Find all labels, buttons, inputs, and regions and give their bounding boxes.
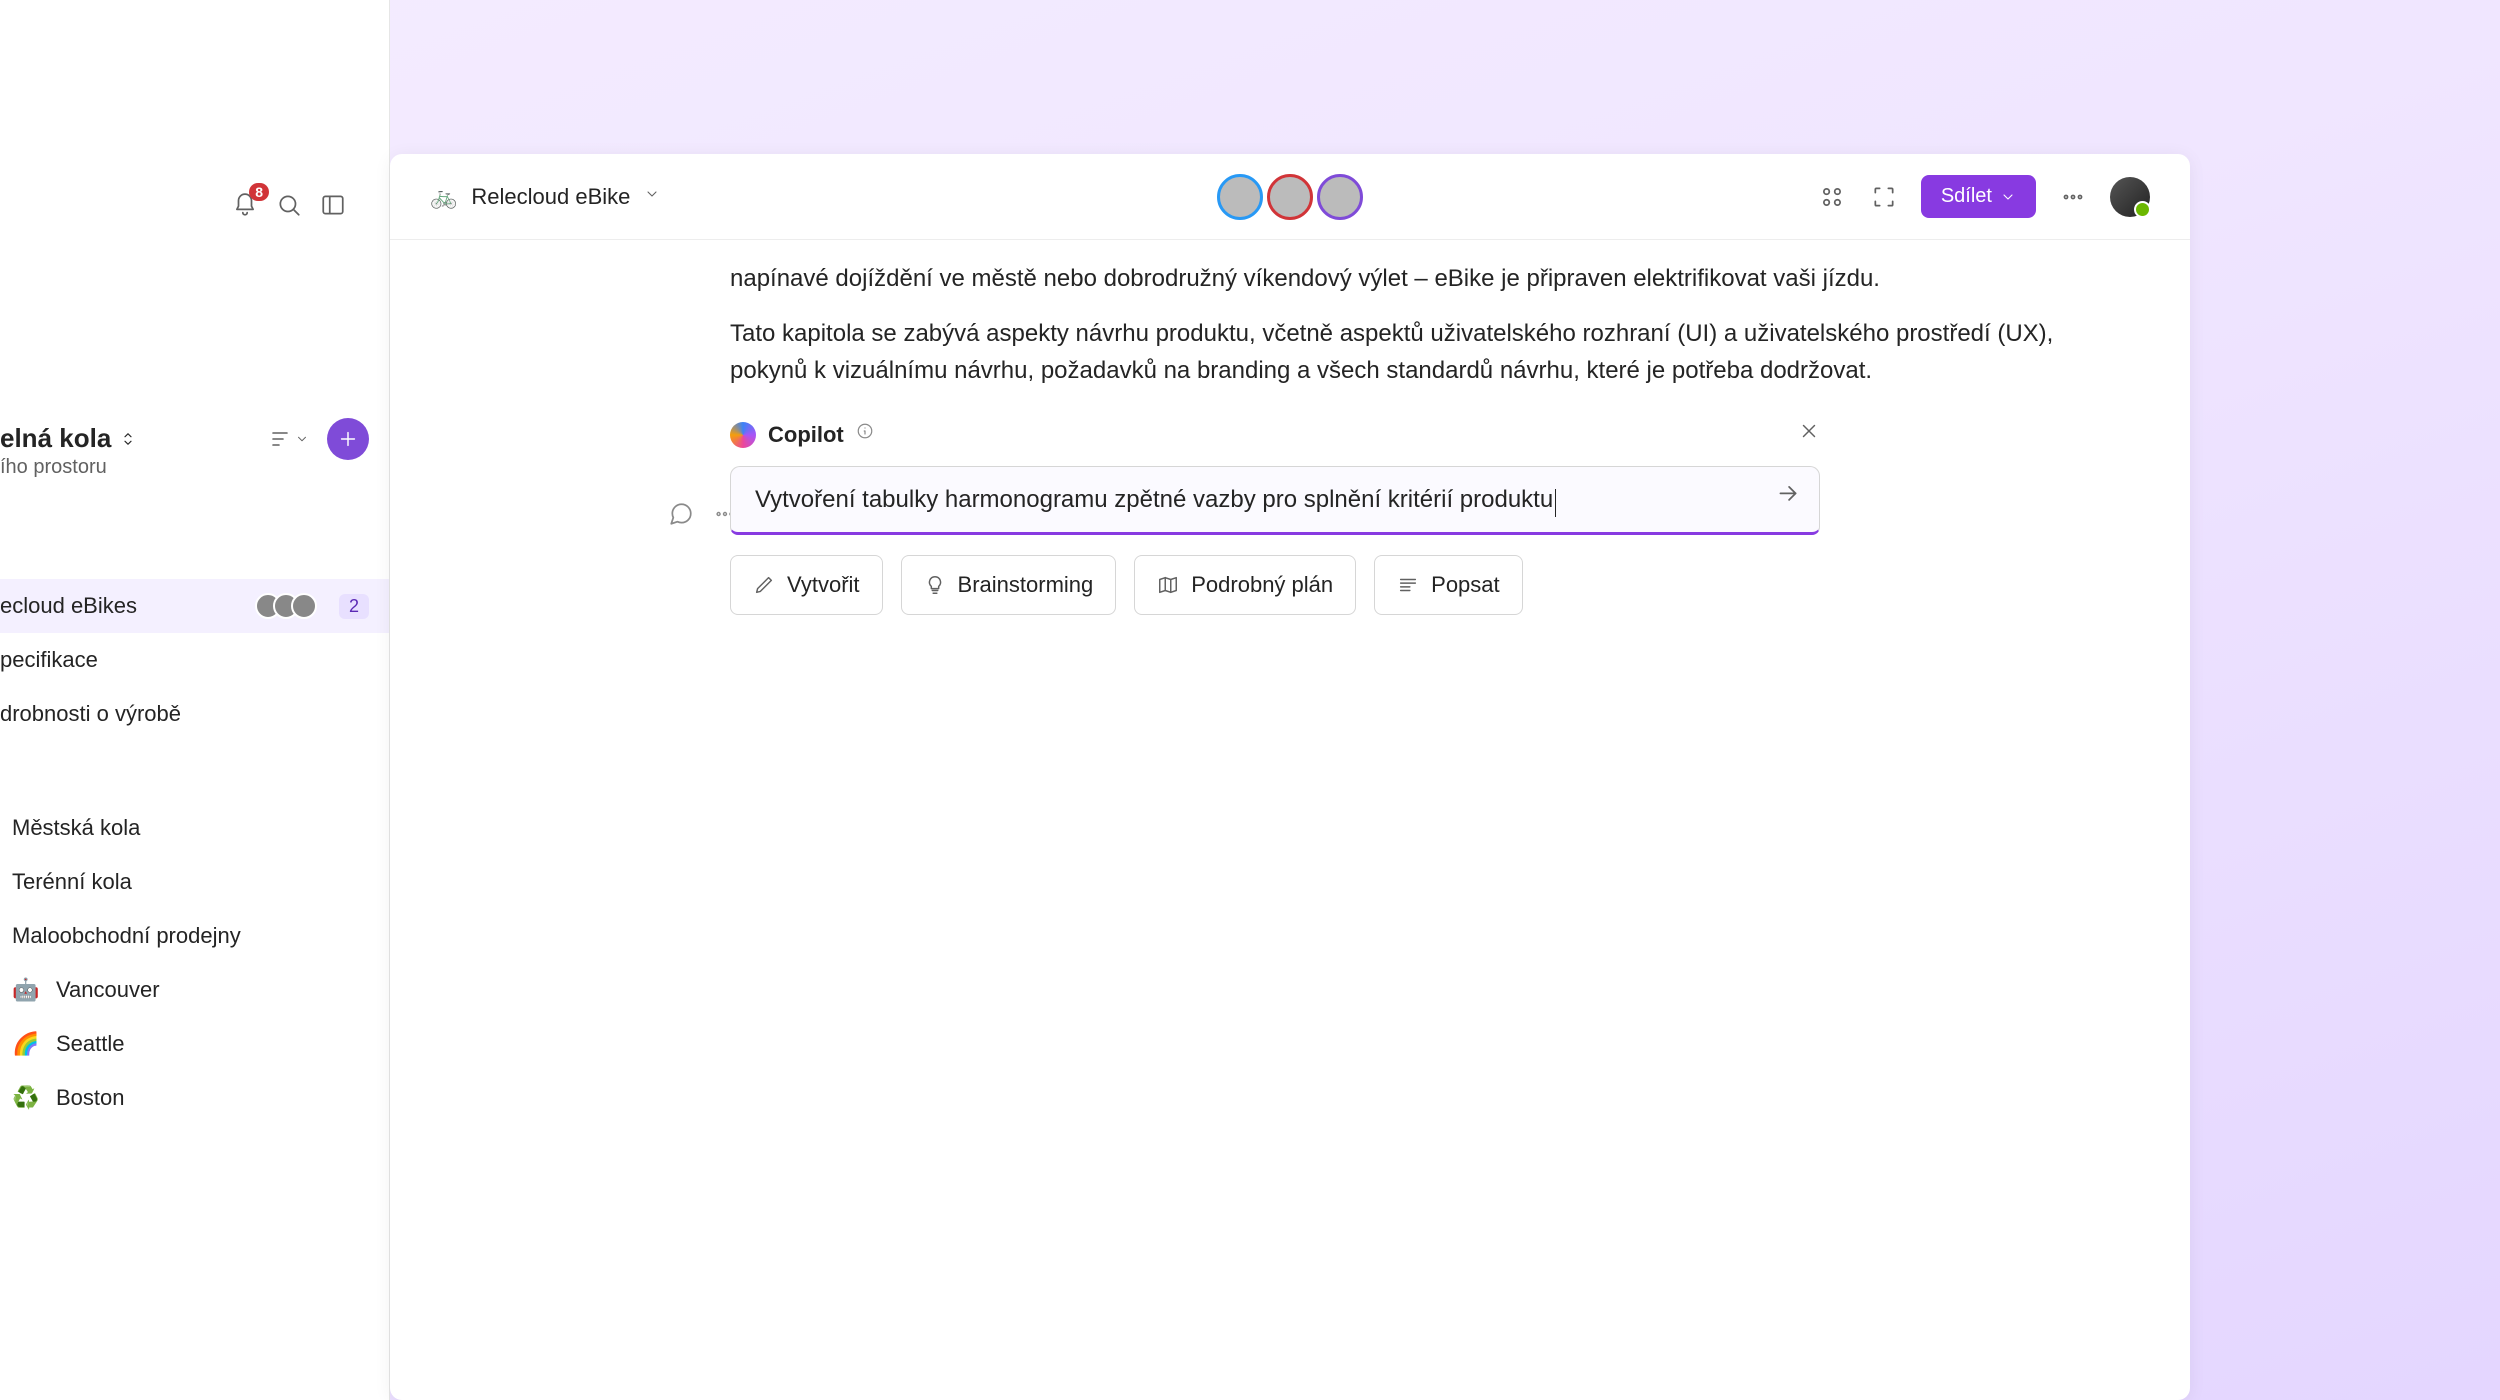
copilot-prompt-text: Vytvoření tabulky harmonogramu zpětné va… [755,481,1553,518]
lines-icon [1397,574,1419,596]
copilot-name: Copilot [768,418,844,452]
notifications-badge: 8 [249,183,269,201]
document-title-text: Relecloud eBike [471,184,630,210]
bulb-icon [924,574,946,596]
page-label: Maloobchodní prodejny [12,923,241,949]
margin-actions [666,499,740,529]
city-label: Seattle [56,1031,125,1057]
apps-icon[interactable] [1817,182,1847,212]
document-card: 🚲 Relecloud eBike Sdílet [390,154,2190,1400]
page-item-manufacturing[interactable]: drobnosti o výrobě [0,687,389,741]
document-header: 🚲 Relecloud eBike Sdílet [390,154,2190,240]
presence-avatar[interactable] [1217,174,1263,220]
chip-describe[interactable]: Popsat [1374,555,1523,615]
city-emoji: 🌈 [12,1031,38,1057]
sidebar-toolbar [269,418,369,460]
presence-avatar[interactable] [1317,174,1363,220]
chip-plan[interactable]: Podrobný plán [1134,555,1356,615]
chevron-down-icon[interactable] [644,186,660,207]
page-label: drobnosti o výrobě [0,701,181,727]
city-item-vancouver[interactable]: 🤖 Vancouver [0,963,389,1017]
page-label: Terénní kola [12,869,132,895]
presence-avatar[interactable] [1267,174,1313,220]
subpage-item-retail[interactable]: Maloobchodní prodejny [0,909,389,963]
avatar [291,593,317,619]
user-avatar[interactable] [2110,177,2150,217]
subpage-item-city[interactable]: Městská kola [0,801,389,855]
chip-label: Brainstorming [958,568,1094,602]
document-body: napínavé dojíždění ve městě nebo dobrodr… [390,240,2190,615]
chip-label: Vytvořit [787,568,860,602]
bike-icon: 🚲 [430,184,457,210]
focus-icon[interactable] [1869,182,1899,212]
copilot-panel: Copilot Vytvoření tabulky harmonogramu z… [730,418,1820,615]
city-emoji: 🤖 [12,977,38,1003]
share-button[interactable]: Sdílet [1921,175,2036,218]
pen-icon [753,574,775,596]
subpage-item-terrain[interactable]: Terénní kola [0,855,389,909]
page-label: Městská kola [12,815,140,841]
copilot-input[interactable]: Vytvoření tabulky harmonogramu zpětné va… [730,466,1820,535]
chevron-updown-icon[interactable] [119,430,137,448]
share-label: Sdílet [1941,185,1992,208]
chip-brainstorm[interactable]: Brainstorming [901,555,1117,615]
page-item-spec[interactable]: pecifikace [0,633,389,687]
search-icon[interactable] [274,190,304,220]
workspace-title[interactable]: elná kola [0,423,111,454]
paragraph: napínavé dojíždění ve městě nebo dobrodr… [730,260,2100,297]
city-emoji: ♻️ [12,1085,38,1111]
more-icon[interactable] [2058,182,2088,212]
send-icon[interactable] [1775,481,1801,518]
panel-toggle-icon[interactable] [318,190,348,220]
main: 🚲 Relecloud eBike Sdílet [390,0,2500,1400]
presence-avatars [1217,174,1363,220]
copilot-header: Copilot [730,418,1820,452]
info-icon[interactable] [856,421,874,449]
chip-create[interactable]: Vytvořit [730,555,883,615]
city-item-seattle[interactable]: 🌈 Seattle [0,1017,389,1071]
page-list: ecloud eBikes 2 pecifikace drobnosti o v… [0,579,389,1125]
header-actions: Sdílet [1817,175,2150,218]
city-label: Boston [56,1085,125,1111]
comment-icon[interactable] [666,499,696,529]
city-label: Vancouver [56,977,160,1003]
map-icon [1157,574,1179,596]
page-item-ebikes[interactable]: ecloud eBikes 2 [0,579,389,633]
page-label: pecifikace [0,647,98,673]
city-item-boston[interactable]: ♻️ Boston [0,1071,389,1125]
copilot-logo-icon [730,422,756,448]
document-title[interactable]: 🚲 Relecloud eBike [430,184,660,210]
page-badge: 2 [339,594,369,619]
chip-label: Podrobný plán [1191,568,1333,602]
notifications-icon[interactable]: 8 [230,190,260,220]
text-caret [1555,489,1556,517]
close-icon[interactable] [1798,418,1820,452]
page-label: ecloud eBikes [0,593,137,619]
chip-label: Popsat [1431,568,1500,602]
copilot-chips: Vytvořit Brainstorming Podrobný plán Pop… [730,555,1820,615]
add-button[interactable] [327,418,369,460]
sidebar-top-icons: 8 [230,190,348,220]
sidebar: 8 elná kola ího prostoru ecloud eBikes [0,0,390,1400]
page-avatars [263,593,317,619]
sort-icon[interactable] [269,427,309,451]
paragraph: Tato kapitola se zabývá aspekty návrhu p… [730,315,2100,389]
